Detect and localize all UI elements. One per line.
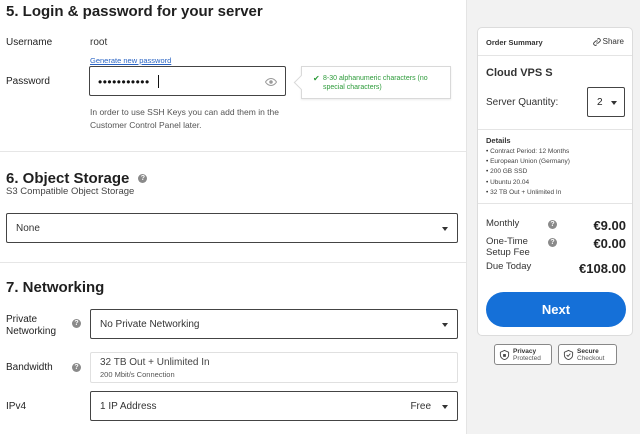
list-item: 200 GB SSD [486,167,570,177]
privacy-title: Privacy [513,347,537,355]
check-icon: ✔ [313,74,320,83]
order-summary-header: Order Summary [486,38,543,47]
monthly-label: Monthly [486,218,520,229]
username-value: root [90,37,108,48]
bandwidth-value: 32 TB Out + Unlimited In [100,357,210,368]
card-divider [478,129,632,130]
password-value: ••••••••••• [98,75,150,89]
chevron-down-icon [611,101,617,105]
question-circle-icon[interactable]: ? [72,319,81,328]
secure-sub: Checkout [577,354,605,362]
password-input[interactable]: ••••••••••• [89,66,286,96]
card-divider [478,55,632,56]
ipv4-label: IPv4 [6,401,27,412]
ipv4-select[interactable]: 1 IP Address Free [90,391,458,421]
chevron-down-icon [442,227,448,231]
chevron-down-icon [442,405,448,409]
privacy-badge: Privacy Protected [494,344,552,365]
private-networking-label: Private Networking [6,314,57,337]
bandwidth-sub: 200 Mbit/s Connection [100,370,175,379]
share-icon [592,37,601,46]
private-networking-selected: No Private Networking [100,319,200,330]
password-rules-text: 8-30 alphanumeric characters (no special… [323,75,428,91]
object-storage-subtitle: S3 Compatible Object Storage [6,186,135,197]
quantity-select[interactable]: 2 [587,87,625,117]
shield-icon [499,349,510,361]
product-name: Cloud VPS S [486,67,553,79]
object-storage-selected: None [16,223,40,234]
networking-title: 7. Networking [6,279,105,296]
config-panel: 5. Login & password for your server User… [0,0,467,434]
private-networking-select[interactable]: No Private Networking [90,309,458,339]
list-item: 32 TB Out + Unlimited In [486,188,570,198]
generate-password-link[interactable]: Generate new password [90,56,171,65]
ipv4-price: Free [410,401,431,412]
due-today-label: Due Today [486,261,532,272]
list-item: Ubuntu 20.04 [486,178,570,188]
question-circle-icon[interactable]: ? [548,220,557,229]
order-summary-card: Order Summary Share Cloud VPS S Server Q… [477,27,633,336]
setup-fee-value: €0.00 [593,236,626,251]
quantity-value: 2 [597,97,603,108]
next-button[interactable]: Next [486,292,626,327]
ipv4-selected: 1 IP Address [100,401,157,412]
shield-check-icon [563,349,574,361]
section-divider [0,262,466,263]
card-divider [478,203,632,204]
share-label: Share [602,37,624,46]
setup-fee-label: One-Time Setup Fee [486,236,530,258]
quantity-label: Server Quantity: [486,97,559,108]
share-button[interactable]: Share [592,37,624,46]
secure-title: Secure [577,347,599,355]
username-label: Username [6,37,53,48]
ssh-keys-help: In order to use SSH Keys you can add the… [90,107,279,130]
section-divider [0,151,466,152]
question-circle-icon[interactable]: ? [138,174,148,183]
password-label: Password [6,76,50,87]
list-item: Contract Period: 12 Months [486,147,570,157]
bandwidth-display: 32 TB Out + Unlimited In 200 Mbit/s Conn… [90,352,458,383]
details-list: Contract Period: 12 Months European Unio… [486,147,570,198]
list-item: European Union (Germany) [486,157,570,167]
password-rules-tooltip: ✔ 8-30 alphanumeric characters (no speci… [301,66,451,99]
details-header: Details [486,136,511,145]
bandwidth-label: Bandwidth [6,362,53,373]
monthly-value: €9.00 [593,218,626,233]
privacy-sub: Protected [513,354,541,362]
text-caret [158,75,159,88]
question-circle-icon[interactable]: ? [72,363,81,372]
login-section-title: 5. Login & password for your server [6,3,263,20]
secure-checkout-badge: Secure Checkout [558,344,617,365]
due-today-value: €108.00 [579,261,626,276]
question-circle-icon[interactable]: ? [548,238,557,247]
chevron-down-icon [442,323,448,327]
object-storage-title: 6. Object Storage ? [6,170,148,187]
object-storage-select[interactable]: None [6,213,458,243]
eye-icon[interactable] [265,76,277,88]
